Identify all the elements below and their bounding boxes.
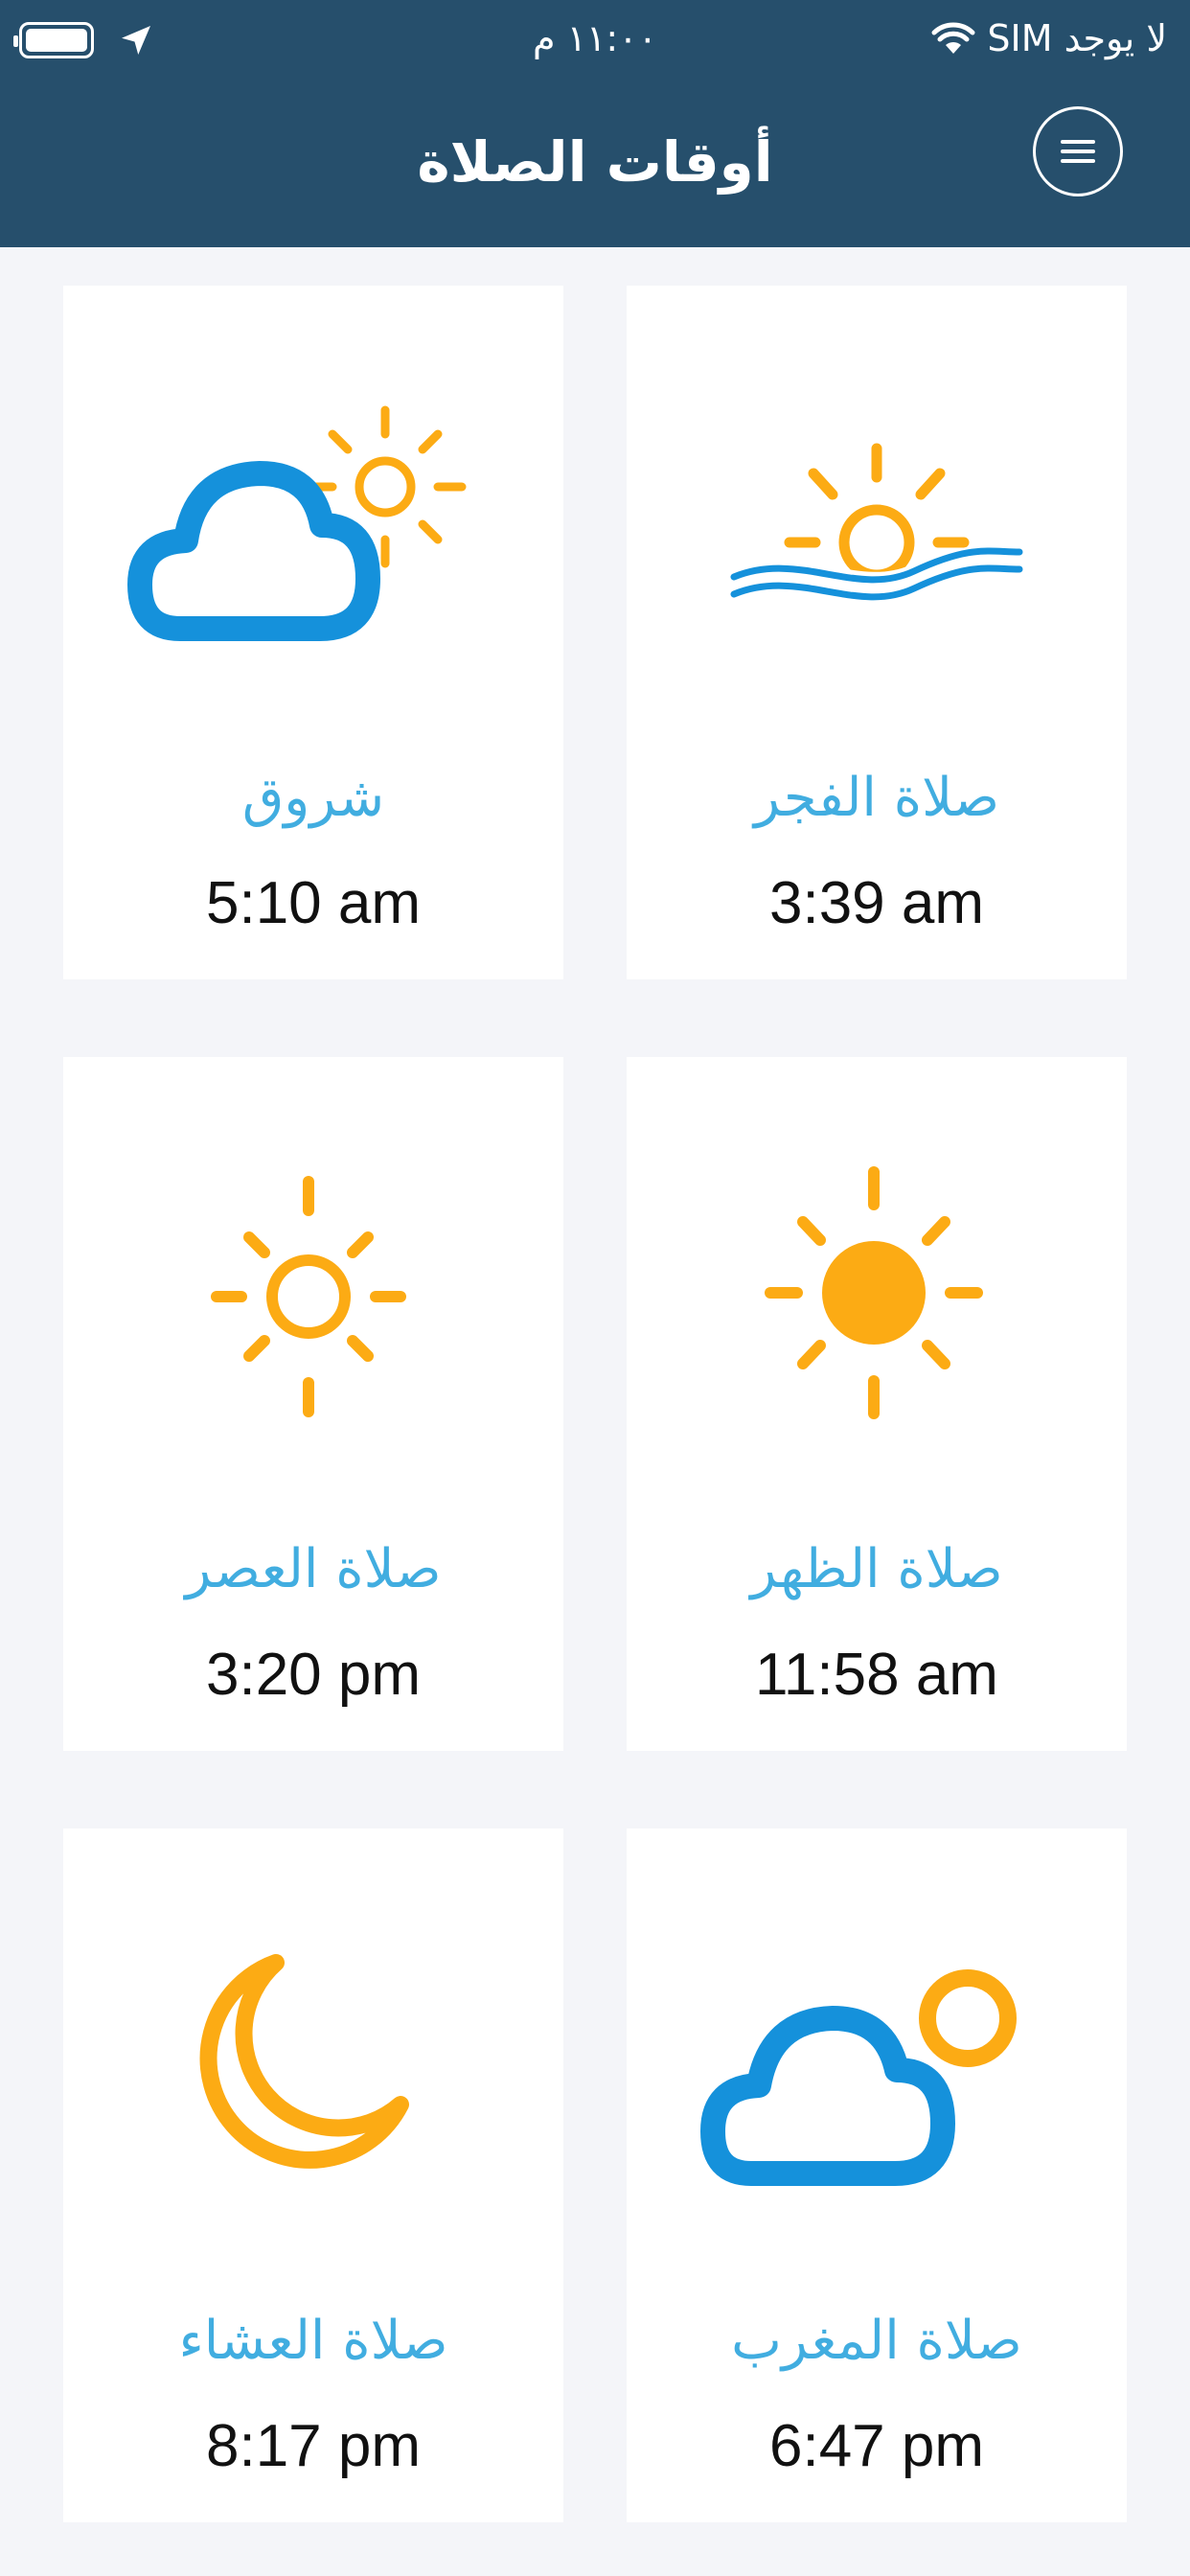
menu-button[interactable] [1033,106,1123,196]
page-title: أوقات الصلاة [417,129,773,195]
prayer-time: 5:10 am [205,870,422,936]
prayer-card-sunrise[interactable]: شروق 5:10 am [63,286,563,979]
prayer-card-isha[interactable]: صلاة العشاء 8:17 pm [63,1828,563,2522]
status-bar: ١١:٠٠ م لا يوجد SIM [0,0,1190,77]
sunrise-icon [728,443,1029,601]
prayer-time: 3:20 pm [205,1642,422,1708]
prayer-card-dhuhr[interactable]: صلاة الظهر 11:58 am [627,1057,1127,1751]
prayer-name: صلاة الظهر [750,1538,1003,1600]
prayer-card-maghrib[interactable]: صلاة المغرب 6:47 pm [627,1828,1127,2522]
sun-cloud-icon [127,405,467,641]
prayer-name: صلاة الفجر [753,767,1000,829]
prayer-time: 3:39 am [768,870,985,936]
prayer-name: صلاة العشاء [178,2310,448,2372]
status-right: لا يوجد SIM [931,10,1167,67]
prayer-time: 6:47 pm [768,2413,985,2479]
cloud-sun-icon [700,1969,1017,2186]
moon-icon [199,1954,409,2169]
prayer-name: صلاة المغرب [731,2310,1022,2372]
prayer-card-asr[interactable]: صلاة العصر 3:20 pm [63,1057,563,1751]
app-header: أوقات الصلاة [0,77,1190,247]
prayer-time: 8:17 pm [205,2413,422,2479]
prayer-card-fajr[interactable]: صلاة الفجر 3:39 am [627,286,1127,979]
sun-outline-icon [211,1176,406,1417]
wifi-icon [931,22,975,54]
prayer-time: 11:58 am [755,1642,998,1708]
sun-icon [765,1166,983,1419]
prayer-name: صلاة العصر [185,1538,442,1600]
menu-icon [1061,140,1095,163]
carrier-label: لا يوجد SIM [987,17,1167,59]
prayer-name: شروق [241,767,385,829]
